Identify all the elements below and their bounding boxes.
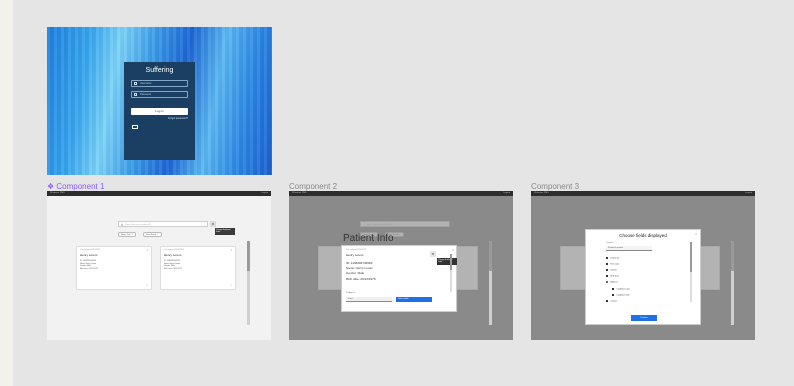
top-bar: Whatever PMS Logout: [47, 191, 271, 196]
forgot-password-link[interactable]: Forgot password?: [168, 117, 188, 120]
login-button[interactable]: Log in: [131, 108, 188, 115]
user-icon: [134, 82, 137, 85]
component-1-title: ❖ Component 1: [47, 182, 105, 191]
patient-info-modal: Last updated 01/05/2024 Henry Lorem × ⚙ …: [341, 245, 457, 312]
patient-info-heading: Patient Info: [343, 233, 394, 244]
component-3-frame: Whatever PMS Logout Choose fields displa…: [531, 191, 755, 340]
field-checkbox[interactable]: Patient ID: [606, 257, 619, 261]
password-field[interactable]: Password: [131, 91, 188, 98]
template-label: Template: [606, 242, 614, 244]
field-checkbox[interactable]: Gender: [606, 269, 617, 273]
login-card: Suffering Username Password Log in Forgo…: [124, 62, 195, 160]
checkbox-icon: [606, 269, 609, 272]
lock-icon: [134, 93, 137, 96]
expand-icon[interactable]: ⤢: [230, 284, 232, 287]
card-detail: Birth date: 09/12/1978: [80, 267, 98, 270]
top-bar: Whatever PMS Logout: [289, 191, 513, 196]
logout-link[interactable]: Logout: [261, 191, 268, 196]
radio-icon: [606, 281, 609, 284]
checkbox-icon: [606, 275, 609, 278]
choose-fields-modal: Choose fields displayed × Template Pinne…: [585, 229, 701, 325]
card-updated: Last updated 01/05/2024: [80, 249, 100, 251]
checkbox-icon: [612, 294, 615, 297]
card-detail: Birth date: 09/12/1978: [164, 267, 182, 270]
scrollbar[interactable]: [247, 241, 250, 325]
modal-title: Choose fields displayed: [619, 233, 667, 238]
scrollbar[interactable]: [731, 241, 734, 325]
component-2-frame: Whatever PMS Logout Search by name or pa…: [289, 191, 513, 340]
display-select[interactable]: Card: [346, 297, 392, 302]
search-input[interactable]: Search by name or patient ID: [360, 221, 450, 227]
close-icon[interactable]: ×: [452, 248, 454, 252]
field-checkbox[interactable]: Full name: [606, 263, 619, 267]
modal-detail: Birth date: 09/12/1978: [346, 276, 376, 281]
card-name: Henry Lorem: [80, 253, 98, 257]
field-label: Condition Lines: [616, 288, 631, 291]
card-updated: Last updated 01/05/2024: [164, 249, 184, 251]
close-icon[interactable]: ×: [695, 232, 697, 236]
card-details: ID: 1438283746583 Name: Henry Lorem Gend…: [80, 260, 98, 270]
field-label: Full name: [610, 263, 620, 266]
component-3-title: Component 3: [531, 182, 580, 191]
top-bar: Whatever PMS Logout: [531, 191, 755, 196]
field-label: Address: [610, 281, 618, 284]
expand-icon[interactable]: ⤢: [146, 284, 148, 287]
mail-icon[interactable]: [132, 125, 138, 129]
close-icon[interactable]: ×: [147, 249, 148, 252]
checkbox-icon: [612, 288, 615, 291]
modal-scrollbar[interactable]: [690, 242, 692, 302]
field-label: Birth date: [610, 275, 619, 278]
field-radio[interactable]: Address: [606, 281, 618, 285]
card-name: Henry Lorem: [164, 253, 182, 257]
gear-tooltip: Change displayed fields: [215, 228, 235, 235]
field-label: Contact: [610, 300, 618, 303]
component-1-frame: Whatever PMS Logout ⚲ Search by name or …: [47, 191, 271, 340]
modal-scrollbar[interactable]: [450, 254, 452, 292]
field-label: Gender: [610, 269, 618, 272]
brand-label: Whatever PMS: [534, 192, 549, 194]
modal-name: Henry Lorem: [346, 253, 364, 257]
card-details: ID: 1438283746583 Name: Henry Lorem Gend…: [164, 260, 182, 270]
checkbox-icon: [606, 263, 609, 266]
component-2-title: Component 2: [289, 182, 338, 191]
username-placeholder: Username: [140, 82, 152, 85]
search-input[interactable]: ⚲ Search by name or patient ID: [118, 221, 208, 227]
field-label: Condition Start: [616, 294, 630, 297]
logout-link[interactable]: Logout: [745, 191, 752, 196]
login-title: Suffering: [145, 67, 174, 74]
field-checkbox[interactable]: Birth date: [606, 275, 619, 279]
field-checkbox[interactable]: Contact: [606, 300, 617, 304]
filter-chip[interactable]: Henry Doe ⓧ: [118, 232, 137, 237]
save-button[interactable]: Save visible: [396, 297, 432, 302]
login-screen: Suffering Username Password Log in Forgo…: [47, 27, 272, 175]
search-placeholder: Search by name or patient ID: [125, 224, 152, 226]
brand-label: Whatever PMS: [50, 192, 65, 194]
search-icon: ⚲: [121, 223, 124, 227]
field-checkbox[interactable]: Condition Start: [612, 294, 630, 298]
search-placeholder: Search by name or patient ID: [367, 224, 394, 226]
brand-label: Whatever PMS: [292, 192, 307, 194]
close-icon[interactable]: ×: [231, 249, 232, 252]
patient-card[interactable]: Last updated 01/05/2024 Henry Lorem × ID…: [76, 246, 152, 290]
gear-icon[interactable]: ⚙: [210, 221, 216, 227]
scrollbar[interactable]: [489, 241, 492, 325]
logout-link[interactable]: Logout: [503, 191, 510, 196]
checkbox-icon: [606, 300, 609, 303]
filter-chip[interactable]: Jane Smith ⓧ: [143, 232, 162, 237]
password-placeholder: Password: [140, 93, 151, 96]
patient-card[interactable]: Last updated 01/05/2024 Henry Lorem × ID…: [160, 246, 236, 290]
template-select[interactable]: Pinned to patient: [606, 246, 652, 251]
modal-updated: Last updated 01/05/2024: [346, 249, 366, 251]
left-edge-strip: [0, 0, 13, 386]
field-checkbox[interactable]: Condition Lines: [612, 288, 630, 292]
gear-icon[interactable]: ⚙: [430, 251, 436, 257]
display-label: Display as: [346, 292, 356, 294]
confirm-button[interactable]: Confirm: [631, 315, 657, 321]
field-label: Patient ID: [610, 257, 620, 260]
checkbox-icon: [606, 257, 609, 260]
modal-tooltip: Change displayed fields: [437, 258, 457, 265]
modal-details: ID: 1438283746583 Name: Henry Lorem Gend…: [346, 261, 376, 282]
username-field[interactable]: Username: [131, 80, 188, 87]
